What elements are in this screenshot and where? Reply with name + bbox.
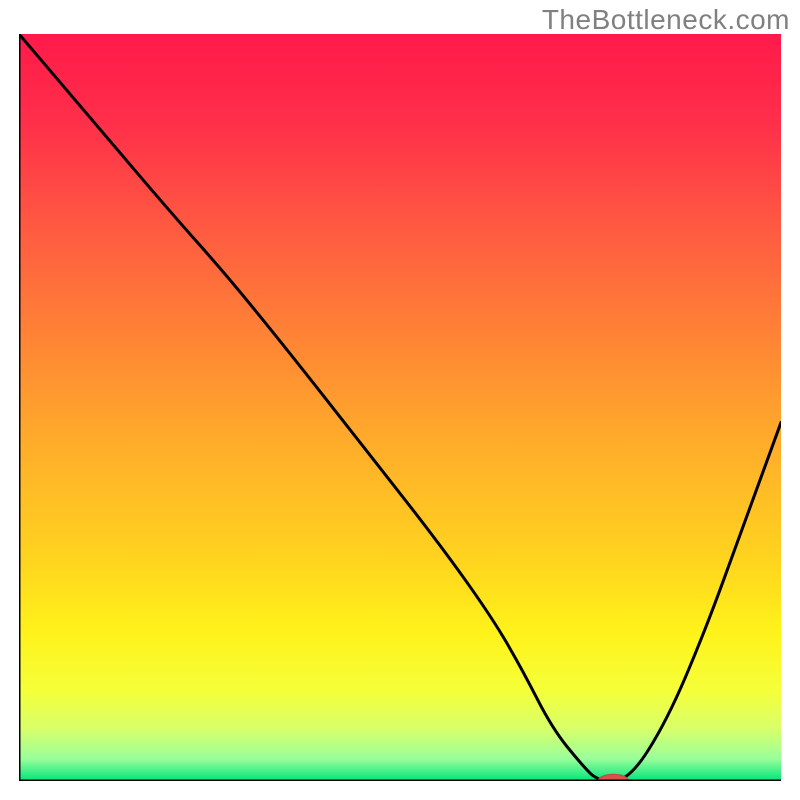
watermark-label: TheBottleneck.com xyxy=(542,4,790,36)
chart-svg xyxy=(19,34,781,781)
heatmap-background xyxy=(19,34,781,781)
chart-frame: TheBottleneck.com xyxy=(0,0,800,800)
plot-area xyxy=(19,34,781,781)
